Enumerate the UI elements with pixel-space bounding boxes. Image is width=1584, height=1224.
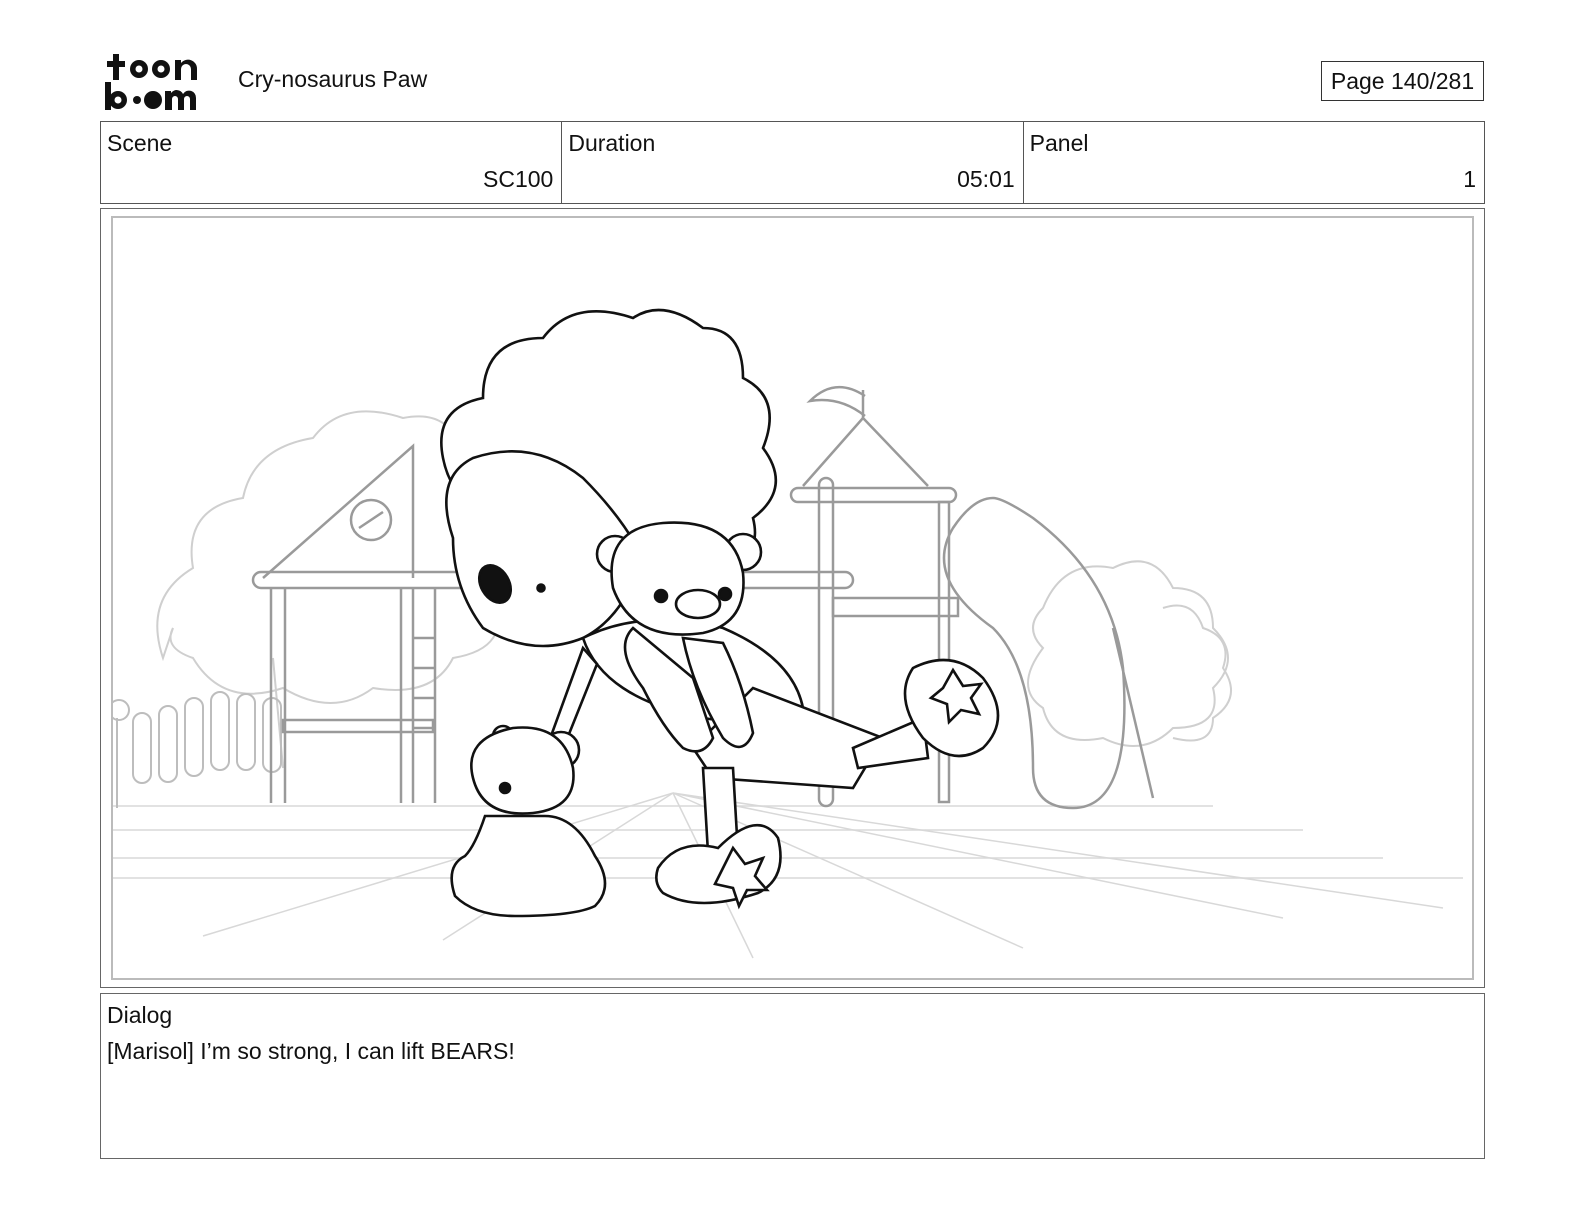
duration-value: 05:01 <box>957 166 1015 192</box>
duration-label: Duration <box>568 130 656 156</box>
panel-info-table: Scene SC100 Duration 05:01 Panel 1 <box>100 121 1485 204</box>
dialog-box: Dialog [Marisol] I’m so strong, I can li… <box>100 993 1485 1159</box>
scene-cell: Scene SC100 <box>101 122 563 203</box>
storyboard-panel-frame <box>111 216 1474 980</box>
panel-cell: Panel 1 <box>1024 122 1484 203</box>
page-indicator: Page 140/281 <box>1321 61 1484 101</box>
scene-label: Scene <box>107 130 173 156</box>
panel-value: 1 <box>1463 166 1476 192</box>
panel-label: Panel <box>1029 130 1089 156</box>
storyboard-drawing <box>113 308 1463 959</box>
dialog-text: [Marisol] I’m so strong, I can lift BEAR… <box>107 1038 515 1064</box>
storyboard-panel <box>100 208 1485 988</box>
duration-cell: Duration 05:01 <box>562 122 1024 203</box>
dialog-label: Dialog <box>107 1002 173 1028</box>
scene-value: SC100 <box>483 166 554 192</box>
project-title: Cry-nosaurus Paw <box>238 66 428 92</box>
toon-boom-logo <box>103 52 215 112</box>
